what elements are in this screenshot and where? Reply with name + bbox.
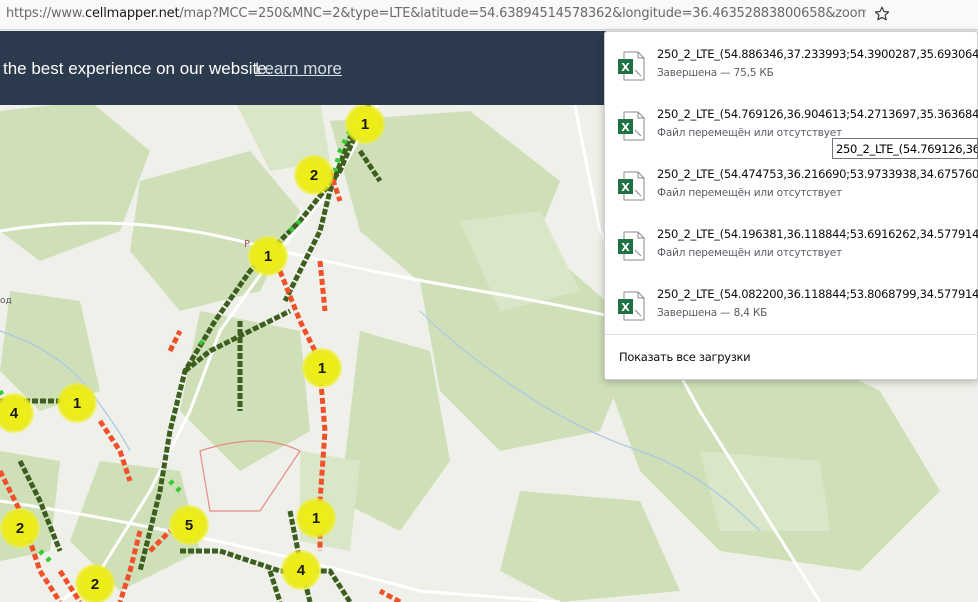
download-filename: 250_2_LTE_(54.886346,37.233993;54.390028…	[657, 47, 978, 61]
download-status: Завершена — 8,4 КБ	[657, 307, 768, 319]
download-item[interactable]: X 250_2_LTE_(54.474753,36.216690;53.9733…	[605, 152, 978, 212]
cluster-marker[interactable]: 2	[294, 155, 334, 195]
cluster-marker[interactable]: 2	[0, 508, 40, 548]
excel-file-icon: X	[617, 50, 645, 82]
learn-more-link[interactable]: Learn more	[255, 59, 342, 79]
excel-file-icon: X	[617, 110, 645, 142]
cluster-marker[interactable]: 1	[345, 104, 385, 144]
download-filename: 250_2_LTE_(54.474753,36.216690;53.973393…	[657, 167, 978, 181]
cluster-marker[interactable]: 2	[75, 564, 115, 602]
svg-text:X: X	[621, 241, 630, 254]
download-status: Файл перемещён или отсутствует	[657, 187, 842, 199]
excel-file-icon: X	[617, 170, 645, 202]
download-filename: 250_2_LTE_(54.769126,36.904613;54.271369…	[657, 107, 978, 121]
cluster-marker[interactable]: 1	[248, 236, 288, 276]
bookmark-star-icon[interactable]	[870, 2, 894, 26]
map-label-od: од	[0, 296, 12, 306]
cookie-banner-text: the best experience on our website.	[3, 59, 272, 78]
svg-text:X: X	[621, 181, 630, 194]
svg-text:X: X	[621, 61, 630, 74]
excel-file-icon: X	[617, 230, 645, 262]
download-status: Файл перемещён или отсутствует	[657, 127, 842, 139]
cluster-marker[interactable]: 1	[57, 383, 97, 423]
filename-tooltip: 250_2_LTE_(54.769126,36.904613;54.271369…	[832, 138, 978, 159]
cluster-marker[interactable]: 5	[169, 505, 209, 545]
url-host: cellmapper.net	[85, 6, 180, 21]
download-filename: 250_2_LTE_(54.196381,36.118844;53.691626…	[657, 227, 978, 241]
download-status: Файл перемещён или отсутствует	[657, 247, 842, 259]
downloads-panel: X 250_2_LTE_(54.886346,37.233993;54.3900…	[604, 31, 978, 380]
cluster-marker[interactable]: 1	[302, 348, 342, 388]
address-bar[interactable]: https://www.cellmapper.net/map?MCC=250&M…	[0, 0, 978, 30]
url-path: /map?MCC=250&MNC=2&type=LTE&latitude=54.…	[179, 6, 866, 21]
download-filename: 250_2_LTE_(54.082200,36.118844;53.806879…	[657, 287, 978, 301]
url-prefix: https://www.	[6, 6, 86, 21]
download-item[interactable]: X 250_2_LTE_(54.886346,37.233993;54.3900…	[605, 32, 978, 92]
show-all-downloads-button[interactable]: Показать все загрузки	[619, 350, 751, 364]
downloads-divider	[605, 334, 978, 335]
browser-window: https://www.cellmapper.net/map?MCC=250&M…	[0, 0, 978, 602]
download-item[interactable]: X 250_2_LTE_(54.082200,36.118844;53.8068…	[605, 272, 978, 332]
svg-text:X: X	[621, 121, 630, 134]
svg-text:X: X	[621, 301, 630, 314]
cluster-marker[interactable]: 4	[281, 550, 321, 590]
cookie-banner: the best experience on our website. Lear…	[0, 31, 620, 105]
url-text[interactable]: https://www.cellmapper.net/map?MCC=250&M…	[6, 6, 866, 21]
download-item[interactable]: X 250_2_LTE_(54.196381,36.118844;53.6916…	[605, 212, 978, 272]
download-status: Завершена — 75,5 КБ	[657, 67, 774, 79]
cluster-marker[interactable]: 1	[296, 498, 336, 538]
excel-file-icon: X	[617, 290, 645, 322]
